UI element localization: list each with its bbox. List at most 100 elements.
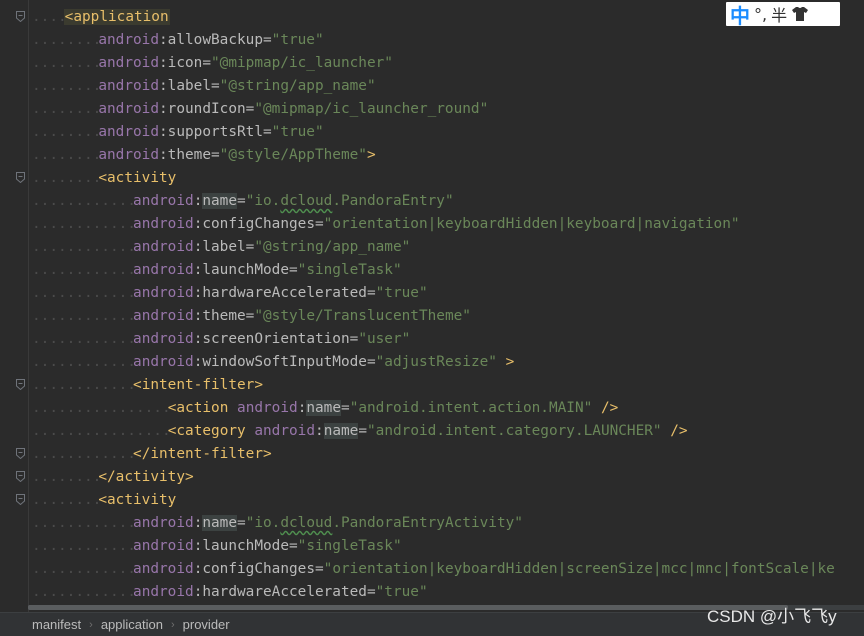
code-token: android: [133, 515, 194, 531]
code-token: :theme=: [193, 308, 255, 324]
code-token: dcloud: [280, 193, 333, 209]
code-token: android: [133, 308, 194, 324]
code-token: </activity>: [98, 469, 194, 485]
code-token: android: [133, 262, 194, 278]
code-text: <action android:name="android.intent.act…: [167, 397, 618, 420]
code-token: >: [366, 147, 376, 163]
code-token: :allowBackup=: [159, 32, 272, 48]
code-line[interactable]: ............ android:label="@string/app_n…: [0, 236, 864, 259]
code-token: "orientation|keyboardHidden|screenSize|m…: [323, 561, 835, 577]
code-line[interactable]: ............ android:launchMode="singleTa…: [0, 535, 864, 558]
code-line[interactable]: ................ <action android:name="an…: [0, 397, 864, 420]
code-token: android: [133, 331, 194, 347]
breadcrumb-item[interactable]: manifest: [0, 617, 89, 632]
code-editor[interactable]: .... <application........ android:allowBac…: [0, 0, 864, 612]
scrollbar-thumb[interactable]: [28, 605, 788, 610]
code-token: android: [133, 239, 194, 255]
code-text: <intent-filter>: [133, 374, 263, 397]
code-token: "@style/TranslucentTheme": [254, 308, 471, 324]
indent-guide: ........: [32, 101, 102, 117]
code-token: android: [133, 354, 194, 370]
code-text: android:name="io.dcloud.PandoraEntryActi…: [133, 512, 523, 535]
code-line[interactable]: ........ android:label="@string/app_name": [0, 75, 864, 98]
code-text: </activity>: [98, 466, 193, 489]
code-line[interactable]: ............ android:hardwareAccelerated=…: [0, 581, 864, 604]
indent-guide: ............: [32, 193, 136, 209]
code-token: :label=: [193, 239, 255, 255]
code-token: "io.: [245, 193, 281, 209]
indent-guide: ........: [32, 55, 102, 71]
code-line[interactable]: ........ <activity: [0, 167, 864, 190]
code-token: <activity: [98, 170, 177, 186]
code-token: :hardwareAccelerated=: [193, 285, 376, 301]
code-token: dcloud: [280, 515, 333, 531]
code-text: android:roundIcon="@mipmap/ic_launcher_r…: [98, 98, 488, 121]
code-text: android:name="io.dcloud.PandoraEntry": [133, 190, 454, 213]
indent-guide: ............: [32, 285, 136, 301]
code-line[interactable]: ........ android:roundIcon="@mipmap/ic_la…: [0, 98, 864, 121]
code-text: android:windowSoftInputMode="adjustResiz…: [133, 351, 514, 374]
code-token: "true": [375, 285, 428, 301]
code-token: :supportsRtl=: [159, 124, 272, 140]
code-line[interactable]: ........ android:theme="@style/AppTheme">: [0, 144, 864, 167]
code-token: "true": [271, 32, 324, 48]
ime-status-bar[interactable]: 中 °, 半: [726, 0, 840, 29]
code-line[interactable]: ............ android:screenOrientation="u…: [0, 328, 864, 351]
code-line[interactable]: ............ android:windowSoftInputMode=…: [0, 351, 864, 374]
code-line[interactable]: ............ android:name="io.dcloud.Pand…: [0, 512, 864, 535]
code-token: "user": [358, 331, 411, 347]
code-line[interactable]: ............ android:name="io.dcloud.Pand…: [0, 190, 864, 213]
code-text: android:launchMode="singleTask": [133, 259, 402, 282]
indent-guide: ................: [32, 400, 171, 416]
code-token: .PandoraEntryActivity": [332, 515, 523, 531]
code-line[interactable]: ............ <intent-filter>: [0, 374, 864, 397]
breadcrumb-item[interactable]: application: [93, 617, 171, 632]
indent-guide: ............: [32, 515, 136, 531]
code-token: android: [133, 285, 194, 301]
breadcrumb-item[interactable]: provider: [175, 617, 238, 632]
code-token: :label=: [159, 78, 220, 94]
code-line[interactable]: ............ android:configChanges="orien…: [0, 213, 864, 236]
code-line[interactable]: ........ android:allowBackup="true": [0, 29, 864, 52]
code-token: <action: [167, 400, 238, 416]
code-line[interactable]: ............ android:launchMode="singleTa…: [0, 259, 864, 282]
code-token: :icon=: [159, 55, 211, 71]
code-token: </intent-filter>: [133, 446, 272, 462]
code-text: android:theme="@style/AppTheme">: [98, 144, 375, 167]
ime-width-label[interactable]: 半: [771, 2, 787, 26]
code-text: android:hardwareAccelerated="true": [133, 282, 428, 305]
code-token: name: [202, 515, 238, 531]
code-text: android:allowBackup="true": [98, 29, 323, 52]
code-token: android: [98, 124, 160, 140]
indent-guide: ....: [32, 9, 67, 25]
ime-mode-label[interactable]: 中: [730, 0, 750, 29]
code-token: android: [98, 147, 160, 163]
ime-punct-label[interactable]: °,: [754, 5, 767, 24]
code-text: android:theme="@style/TranslucentTheme": [133, 305, 471, 328]
code-token: <intent-filter>: [133, 377, 263, 393]
code-token: "orientation|keyboardHidden|keyboard|nav…: [323, 216, 740, 232]
code-line[interactable]: ........ <activity: [0, 489, 864, 512]
code-line[interactable]: ................ <category android:name="…: [0, 420, 864, 443]
code-text: android:icon="@mipmap/ic_launcher": [98, 52, 393, 75]
code-line[interactable]: ............ android:theme="@style/Transl…: [0, 305, 864, 328]
code-line[interactable]: ............ android:hardwareAccelerated=…: [0, 282, 864, 305]
code-token: :configChanges=: [193, 216, 324, 232]
code-token: "@string/app_name": [254, 239, 411, 255]
code-token: "@style/AppTheme": [219, 147, 367, 163]
code-line[interactable]: ........ android:icon="@mipmap/ic_launche…: [0, 52, 864, 75]
shirt-icon[interactable]: [791, 5, 809, 23]
code-line[interactable]: ............ android:configChanges="orien…: [0, 558, 864, 581]
code-text: android:supportsRtl="true": [98, 121, 323, 144]
code-line[interactable]: ........ android:supportsRtl="true": [0, 121, 864, 144]
code-token: .PandoraEntry": [332, 193, 454, 209]
code-token: "true": [271, 124, 324, 140]
code-token: :launchMode=: [193, 538, 298, 554]
code-token: android: [98, 101, 160, 117]
code-token: >: [496, 354, 515, 370]
indent-guide: ............: [32, 239, 136, 255]
code-line[interactable]: ........ </activity>: [0, 466, 864, 489]
indent-guide: ............: [32, 262, 136, 278]
indent-guide: ............: [32, 308, 136, 324]
code-line[interactable]: ............ </intent-filter>: [0, 443, 864, 466]
